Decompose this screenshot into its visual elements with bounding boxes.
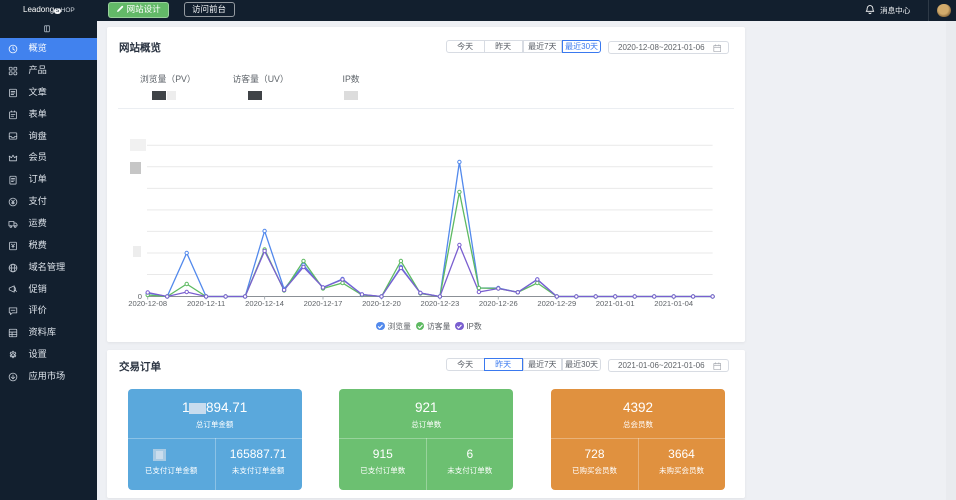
- svg-text:2020-12-17: 2020-12-17: [304, 299, 343, 308]
- svg-text:2020-12-23: 2020-12-23: [420, 299, 459, 308]
- svg-text:2021-01-04: 2021-01-04: [654, 299, 693, 308]
- svg-text:2020-12-14: 2020-12-14: [245, 299, 284, 308]
- svg-text:2020-12-29: 2020-12-29: [537, 299, 576, 308]
- svg-text:2021-01-01: 2021-01-01: [596, 299, 635, 308]
- svg-text:2020-12-11: 2020-12-11: [187, 299, 225, 308]
- svg-text:2020-12-26: 2020-12-26: [479, 299, 518, 308]
- svg-text:2020-12-08: 2020-12-08: [128, 299, 167, 308]
- svg-text:2020-12-20: 2020-12-20: [362, 299, 401, 308]
